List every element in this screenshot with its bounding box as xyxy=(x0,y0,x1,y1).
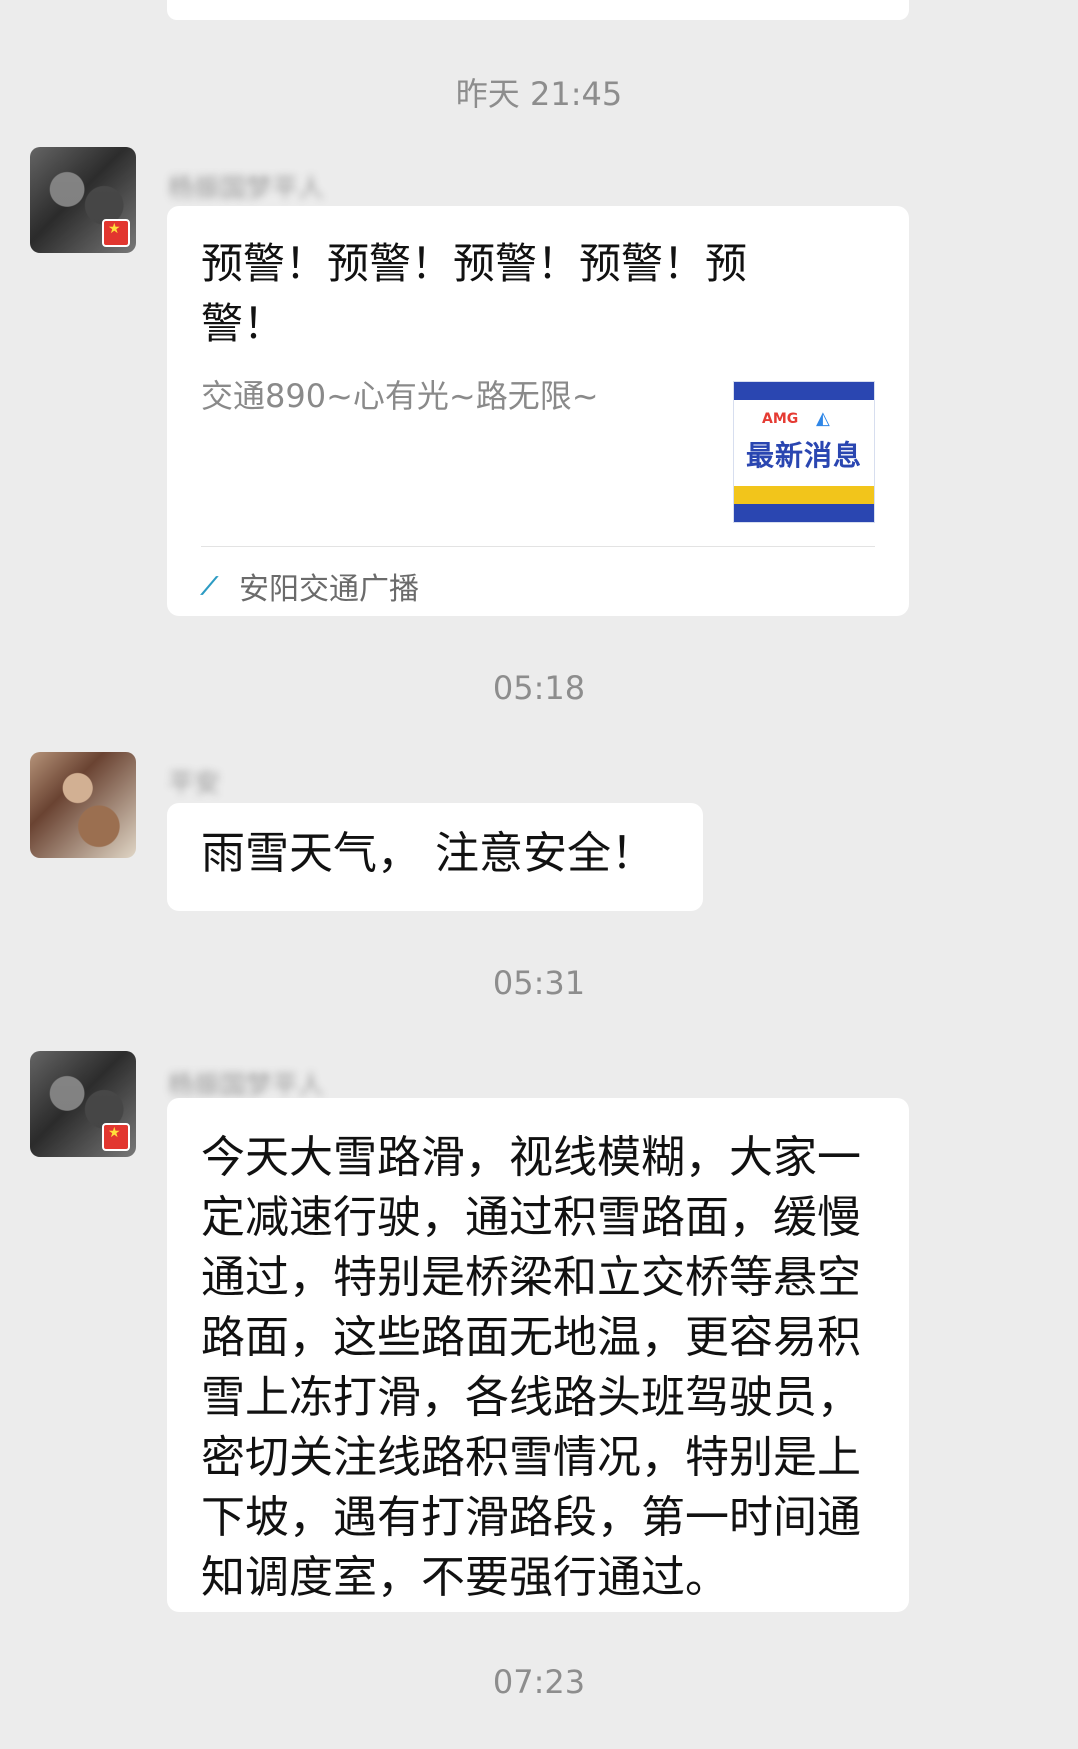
traffic-logo-icon: ◭ xyxy=(816,408,830,429)
china-flag-icon xyxy=(102,219,130,247)
sender-name: 杨振国梦平人 xyxy=(168,1071,325,1101)
avatar-user-2[interactable] xyxy=(30,752,136,858)
message-text: 雨雪天气， 注意安全！ xyxy=(201,828,655,879)
thumbnail-top-band xyxy=(734,382,874,400)
source-divider xyxy=(201,546,875,547)
message-text: 今天大雪路滑，视线模糊，大家一定减速行驶，通过积雪路面，缓慢通过，特别是桥梁和立… xyxy=(201,1132,861,1603)
shared-link-description: 交通890~心有光~路无限~ xyxy=(201,377,599,415)
thumbnail-title: 最新消息 xyxy=(745,439,862,472)
news-thumbnail: AMG ◭ 最新消息 xyxy=(733,381,875,523)
timestamp-1: 昨天 21:45 xyxy=(455,75,623,113)
timestamp-3: 05:31 xyxy=(492,964,586,1002)
thumbnail-yellow-band xyxy=(734,486,874,504)
traffic-broadcast-icon: ⟋ xyxy=(201,572,218,600)
avatar-user-1[interactable] xyxy=(30,147,136,253)
avatar-user-3[interactable] xyxy=(30,1051,136,1157)
thumbnail-bottom-band xyxy=(734,504,874,522)
source-attribution: ⟋ 安阳交通广播 xyxy=(201,566,419,607)
china-flag-icon xyxy=(102,1123,130,1151)
source-name: 安阳交通广播 xyxy=(239,572,419,607)
timestamp-2: 05:18 xyxy=(492,669,586,707)
message-bubble[interactable]: 雨雪天气， 注意安全！ xyxy=(167,803,703,911)
timestamp-4: 07:23 xyxy=(492,1663,586,1701)
message-bubble[interactable]: 今天大雪路滑，视线模糊，大家一定减速行驶，通过积雪路面，缓慢通过，特别是桥梁和立… xyxy=(167,1098,909,1612)
previous-message-bubble[interactable] xyxy=(167,0,909,20)
shared-link-title: 预警！预警！预警！预警！预警！ xyxy=(201,239,748,348)
sender-name: 杨振国梦平人 xyxy=(168,174,325,204)
sender-name: 平安 xyxy=(168,769,221,799)
shared-link-card[interactable]: 预警！预警！预警！预警！预警！ 交通890~心有光~路无限~ AMG ◭ 最新消… xyxy=(167,206,909,616)
amg-logo: AMG xyxy=(762,411,799,427)
